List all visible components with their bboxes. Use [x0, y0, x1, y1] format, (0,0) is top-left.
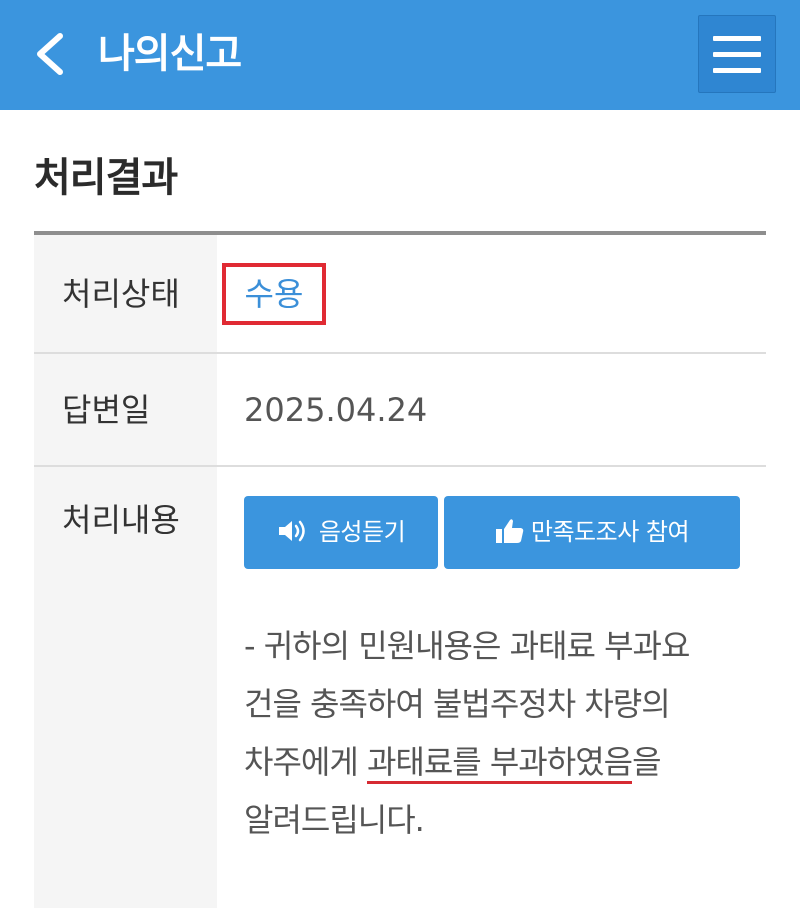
answer-date-label-cell: 답변일	[34, 354, 217, 465]
speaker-icon	[278, 520, 305, 542]
content-line-prefix: 차주에게	[244, 743, 367, 781]
survey-label: 만족도조사 참여	[530, 518, 690, 546]
status-label: 처리상태	[62, 275, 180, 313]
thumbs-up-icon	[495, 519, 524, 543]
chevron-left-icon	[37, 33, 63, 75]
content-label-cell: 처리내용	[34, 467, 217, 908]
status-value: 수용	[244, 275, 304, 313]
section-title: 처리결과	[34, 155, 178, 201]
content-line: - 귀하의 민원내용은 과태료 부과요	[244, 627, 690, 665]
survey-button[interactable]: 만족도조사 참여	[444, 496, 740, 569]
content-text: - 귀하의 민원내용은 과태료 부과요 건을 충족하여 불법주정차 차량의 차주…	[244, 617, 754, 849]
content-label: 처리내용	[62, 501, 180, 539]
app-header: 나의신고	[0, 0, 800, 110]
voice-listen-button[interactable]: 음성듣기	[244, 496, 438, 569]
status-highlight-box: 수용	[222, 263, 326, 325]
status-label-cell: 처리상태	[34, 235, 217, 352]
answer-date-value: 2025.04.24	[244, 391, 428, 429]
result-table: 처리상태 수용 답변일 2025.04.24 처리내용 음성듣기 만족도조사 참…	[34, 231, 766, 908]
answer-date-row: 답변일 2025.04.24	[34, 354, 766, 465]
page-title: 나의신고	[98, 31, 242, 77]
answer-date-label: 답변일	[62, 391, 151, 429]
content-line: 알려드립니다.	[244, 801, 425, 839]
content-line-suffix: 을	[632, 743, 661, 781]
content-line: 건을 충족하여 불법주정차 차량의	[244, 685, 671, 723]
back-button[interactable]	[24, 22, 80, 86]
menu-button[interactable]	[698, 15, 776, 93]
content-line: 차주에게 과태료를 부과하였음을	[244, 733, 754, 791]
status-row: 처리상태 수용	[34, 235, 766, 352]
underlined-text: 과태료를 부과하였음	[366, 743, 633, 784]
voice-listen-label: 음성듣기	[318, 518, 406, 546]
